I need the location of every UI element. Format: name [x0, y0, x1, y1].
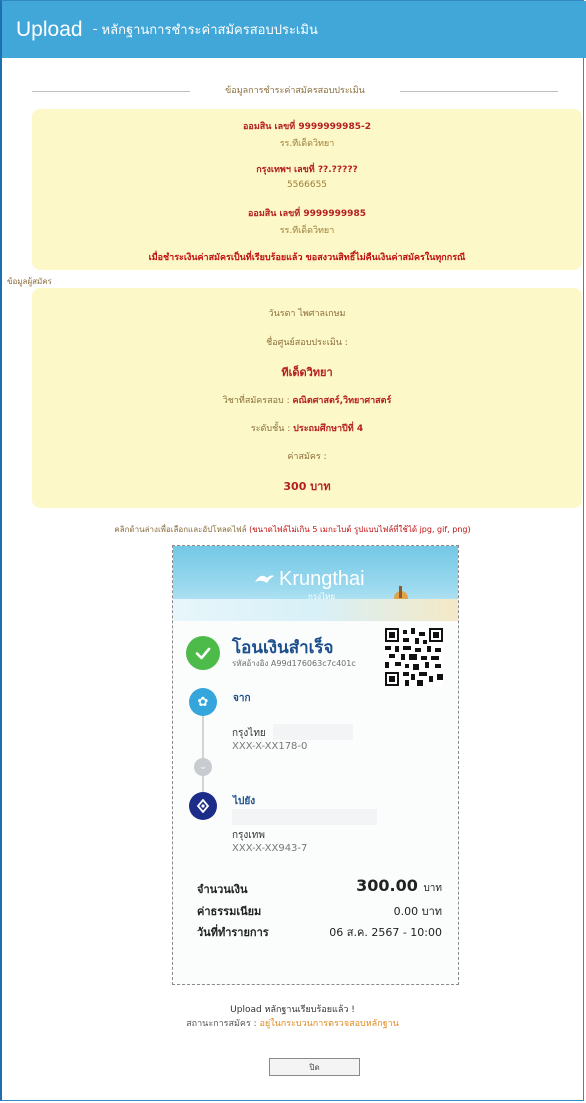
- upload-instruction: คลิกด้านล่างเพื่อเลือกและอัปโหลดไฟล์ (ขน…: [2, 523, 583, 536]
- slip-fee-label: ค่าธรรมเนียม: [197, 905, 262, 918]
- transfer-timeline: [202, 704, 204, 804]
- reference-value: A99d176063c7c401c: [270, 659, 356, 668]
- fee-row: ค่าธรรมเนียม 0.00 บาท: [173, 902, 458, 922]
- redacted-recipient: [232, 809, 377, 825]
- bbl-logo-icon: [189, 792, 217, 820]
- bank-3-name: รร.ทีเด็ดวิทยา: [279, 226, 335, 236]
- level-label: ระดับชั้น :: [250, 424, 294, 434]
- bank-2-name: 5566655: [286, 180, 328, 190]
- header-separator: -: [88, 22, 102, 37]
- uploaded-slip-image[interactable]: Krungthai กรุงไทย โอนเงินสำเร็จ รหัสอ้าง…: [172, 545, 459, 985]
- subject-value: คณิตศาสตร์,วิทยาศาสตร์: [292, 396, 392, 406]
- from-account: XXX-X-XX178-0: [232, 741, 308, 752]
- reference-line: รหัสอ้างอิง A99d176063c7c401c: [232, 657, 356, 670]
- redacted-name: [273, 724, 353, 740]
- bank-1-name: รร.ทีเด็ดวิทยา: [279, 139, 335, 149]
- refund-warning: เมื่อชำระเงินค่าสมัครเป็นที่เรียบร้อยแล้…: [148, 253, 466, 263]
- payment-section-divider: ข้อมูลการชำระค่าสมัครสอบประเมิน: [32, 85, 558, 97]
- reference-label: รหัสอ้างอิง: [232, 659, 269, 668]
- applicant-section-label: ข้อมูลผู้สมัคร: [7, 277, 52, 286]
- to-label: ไปยัง: [233, 796, 256, 807]
- subject-label: วิชาที่สมัครสอบ :: [222, 396, 293, 406]
- status-value: อยู่ในกระบวนการตรวจสอบหลักฐาน: [259, 1019, 399, 1029]
- to-account: XXX-X-XX943-7: [232, 843, 308, 854]
- date-value: 06 ส.ค. 2567 - 10:00: [329, 926, 442, 939]
- application-status: สถานะการสมัคร : อยู่ในกระบวนการตรวจสอบหล…: [2, 1016, 583, 1030]
- date-row: วันที่ทำรายการ 06 ส.ค. 2567 - 10:00: [173, 923, 458, 943]
- dialog-header: Upload - หลักฐานการชำระค่าสมัครสอบประเมิ…: [2, 1, 586, 58]
- bank-2-title: กรุงเทพฯ เลขที่ ??.?????: [256, 165, 358, 175]
- status-label: สถานะการสมัคร :: [186, 1019, 260, 1029]
- payment-info-panel: ออมสิน เลขที่ 9999999985-2 รร.ทีเด็ดวิทย…: [32, 109, 582, 270]
- fee-value: 300 บาท: [283, 480, 331, 493]
- exam-center-label: ชื่อศูนย์สอบประเมิน :: [266, 338, 348, 348]
- upload-instruction-note: (ขนาดไฟล์ไม่เกิน 5 เมกะไบต์ รูปแบบไฟล์ที…: [249, 525, 471, 534]
- ktb-logo-icon: ✿: [189, 688, 217, 716]
- applicant-info-panel: วันรดา ไพศาลเกษม ชื่อศูนย์สอบประเมิน : ท…: [32, 288, 582, 508]
- qr-code-icon: [385, 628, 443, 686]
- amount-value: 300.00: [356, 876, 418, 895]
- bird-logo-icon: [255, 575, 274, 583]
- banner-ground: [173, 599, 458, 621]
- bank-3-title: ออมสิน เลขที่ 9999999985: [248, 209, 366, 219]
- payment-section-label: ข้อมูลการชำระค่าสมัครสอบประเมิน: [217, 86, 373, 96]
- subject-row: วิชาที่สมัครสอบ : คณิตศาสตร์,วิทยาศาสตร์: [32, 393, 582, 407]
- check-icon: [186, 636, 220, 670]
- amount-row: จำนวนเงิน 300.00 บาท: [173, 876, 458, 896]
- header-subtitle: หลักฐานการชำระค่าสมัครสอบประเมิน: [101, 23, 318, 38]
- slip-banner: Krungthai กรุงไทย: [173, 546, 458, 621]
- from-bank: กรุงไทย: [232, 728, 266, 739]
- header-title: Upload: [16, 17, 83, 41]
- amount-unit: บาท: [423, 883, 442, 894]
- to-bank: กรุงเทพ: [232, 830, 265, 841]
- krungthai-brand: Krungthai: [279, 568, 365, 590]
- exam-center-value: ทีเด็ดวิทยา: [281, 366, 333, 379]
- close-button[interactable]: ปิด: [269, 1058, 360, 1076]
- level-row: ระดับชั้น : ประถมศึกษาปีที่ 4: [32, 421, 582, 435]
- amount-value-wrap: 300.00 บาท: [356, 876, 442, 896]
- chevron-down-icon: ⌄: [194, 758, 212, 776]
- from-label: จาก: [233, 693, 251, 704]
- bank-1-title: ออมสิน เลขที่ 9999999985-2: [243, 122, 371, 132]
- fee-label: ค่าสมัคร :: [287, 452, 327, 462]
- date-label: วันที่ทำรายการ: [197, 926, 269, 939]
- applicant-name: วันรดา ไพศาลเกษม: [268, 309, 346, 319]
- upload-dialog: Upload - หลักฐานการชำระค่าสมัครสอบประเมิ…: [0, 0, 586, 1101]
- level-value: ประถมศึกษาปีที่ 4: [293, 424, 364, 434]
- upload-instruction-text: คลิกด้านล่างเพื่อเลือกและอัปโหลดไฟล์: [114, 525, 250, 534]
- slip-fee-value: 0.00 บาท: [393, 905, 442, 918]
- amount-label: จำนวนเงิน: [197, 883, 248, 896]
- upload-complete-text: Upload หลักฐานเรียบร้อยแล้ว !: [230, 1005, 355, 1015]
